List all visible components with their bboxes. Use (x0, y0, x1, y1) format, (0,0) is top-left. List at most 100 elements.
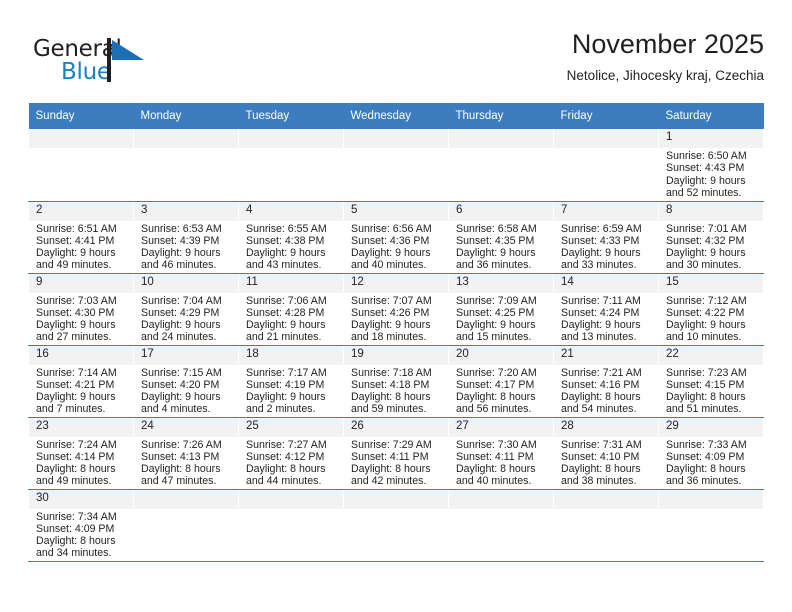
general-blue-logo[interactable]: General Blue (33, 36, 183, 92)
calendar-day-cell[interactable]: 10 Sunrise: 7:04 AM Sunset: 4:29 PM Dayligh… (133, 273, 239, 346)
calendar-day-cell[interactable]: 13 Sunrise: 7:09 AM Sunset: 4:25 PM Dayligh… (448, 273, 554, 346)
daylight-text-line1: Daylight: 9 hours (351, 247, 431, 260)
calendar-day-cell[interactable]: 5 Sunrise: 6:56 AM Sunset: 4:36 PM Daylight… (343, 201, 449, 274)
calendar-day-cell[interactable]: 6 Sunrise: 6:58 AM Sunset: 4:35 PM Daylight… (448, 201, 554, 274)
day-number (554, 489, 658, 509)
calendar-day-cell[interactable]: 29 Sunrise: 7:33 AM Sunset: 4:09 PM Dayligh… (658, 417, 764, 490)
sunset-text: Sunset: 4:09 PM (666, 450, 745, 463)
calendar-day-cell[interactable]: 1 Sunrise: 6:50 AM Sunset: 4:43 PM Daylight… (658, 129, 764, 202)
sunrise-text: Sunrise: 6:56 AM (351, 222, 432, 235)
daylight-text-line2: and 33 minutes. (561, 259, 637, 272)
calendar-day-cell[interactable]: 28 Sunrise: 7:31 AM Sunset: 4:10 PM Dayligh… (553, 417, 659, 490)
daylight-text-line2: and 24 minutes. (141, 331, 217, 344)
calendar-day-cell[interactable]: 16 Sunrise: 7:14 AM Sunset: 4:21 PM Dayligh… (28, 345, 134, 418)
day-details: Sunrise: 6:50 AM Sunset: 4:43 PM Daylight:… (659, 148, 763, 199)
sunrise-text: Sunrise: 7:21 AM (561, 366, 642, 379)
logo-text-blue: Blue (61, 59, 111, 85)
calendar-day-cell-empty (343, 489, 449, 562)
day-number (239, 489, 343, 509)
calendar-day-cell[interactable]: 25 Sunrise: 7:27 AM Sunset: 4:12 PM Dayligh… (238, 417, 344, 490)
day-details: Sunrise: 7:01 AM Sunset: 4:32 PM Daylight:… (659, 221, 763, 272)
sunrise-text: Sunrise: 7:01 AM (666, 222, 747, 235)
day-number: 23 (29, 417, 133, 437)
sunset-text: Sunset: 4:41 PM (36, 234, 115, 247)
calendar-day-cell-empty (238, 129, 344, 202)
day-number (134, 489, 238, 509)
calendar-day-cell[interactable]: 15 Sunrise: 7:12 AM Sunset: 4:22 PM Dayligh… (658, 273, 764, 346)
calendar-day-cell[interactable]: 22 Sunrise: 7:23 AM Sunset: 4:15 PM Dayligh… (658, 345, 764, 418)
calendar-day-cell[interactable]: 26 Sunrise: 7:29 AM Sunset: 4:11 PM Dayligh… (343, 417, 449, 490)
calendar-day-cell[interactable]: 4 Sunrise: 6:55 AM Sunset: 4:38 PM Daylight… (238, 201, 344, 274)
day-number: 22 (659, 345, 763, 365)
sunrise-text: Sunrise: 7:04 AM (141, 294, 222, 307)
daylight-text-line1: Daylight: 9 hours (666, 319, 746, 332)
calendar-day-cell[interactable]: 8 Sunrise: 7:01 AM Sunset: 4:32 PM Daylight… (658, 201, 764, 274)
calendar-day-cell[interactable]: 17 Sunrise: 7:15 AM Sunset: 4:20 PM Dayligh… (133, 345, 239, 418)
page-header: General Blue November 2025 Netolice, Jih… (28, 28, 764, 100)
daylight-text-line1: Daylight: 8 hours (141, 463, 221, 476)
day-number (659, 489, 763, 509)
calendar-day-cell[interactable]: 14 Sunrise: 7:11 AM Sunset: 4:24 PM Dayligh… (553, 273, 659, 346)
calendar-week-row: 2 Sunrise: 6:51 AM Sunset: 4:41 PM Daylight… (28, 201, 764, 274)
calendar-day-cell[interactable]: 9 Sunrise: 7:03 AM Sunset: 4:30 PM Daylight… (28, 273, 134, 346)
sunset-text: Sunset: 4:28 PM (246, 306, 325, 319)
sunset-text: Sunset: 4:25 PM (456, 306, 535, 319)
sunrise-text: Sunrise: 6:58 AM (456, 222, 537, 235)
day-number: 19 (344, 345, 448, 365)
sunset-text: Sunset: 4:39 PM (141, 234, 220, 247)
daylight-text-line2: and 46 minutes. (141, 259, 217, 272)
daylight-text-line1: Daylight: 9 hours (561, 247, 641, 260)
sunrise-text: Sunrise: 7:27 AM (246, 438, 327, 451)
calendar-day-cell-empty (343, 129, 449, 202)
calendar-day-cell[interactable]: 19 Sunrise: 7:18 AM Sunset: 4:18 PM Dayligh… (343, 345, 449, 418)
page-subtitle: Netolice, Jihocesky kraj, Czechia (566, 68, 764, 83)
calendar-day-cell[interactable]: 24 Sunrise: 7:26 AM Sunset: 4:13 PM Dayligh… (133, 417, 239, 490)
calendar-day-cell[interactable]: 18 Sunrise: 7:17 AM Sunset: 4:19 PM Dayligh… (238, 345, 344, 418)
calendar-day-cell[interactable]: 11 Sunrise: 7:06 AM Sunset: 4:28 PM Dayligh… (238, 273, 344, 346)
day-number: 27 (449, 417, 553, 437)
day-details: Sunrise: 7:06 AM Sunset: 4:28 PM Daylight:… (239, 293, 343, 344)
sunset-text: Sunset: 4:26 PM (351, 306, 430, 319)
sunset-text: Sunset: 4:11 PM (456, 450, 534, 463)
daylight-text-line2: and 36 minutes. (456, 259, 532, 272)
weekday-header-friday: Friday (553, 103, 659, 129)
daylight-text-line1: Daylight: 8 hours (561, 391, 641, 404)
daylight-text-line1: Daylight: 9 hours (246, 391, 326, 404)
calendar-day-cell[interactable]: 3 Sunrise: 6:53 AM Sunset: 4:39 PM Daylight… (133, 201, 239, 274)
day-number (344, 489, 448, 509)
sunset-text: Sunset: 4:33 PM (561, 234, 640, 247)
sunrise-text: Sunrise: 7:33 AM (666, 438, 747, 451)
calendar-day-cell[interactable]: 20 Sunrise: 7:20 AM Sunset: 4:17 PM Dayligh… (448, 345, 554, 418)
day-details: Sunrise: 7:18 AM Sunset: 4:18 PM Daylight:… (344, 365, 448, 416)
day-details: Sunrise: 7:20 AM Sunset: 4:17 PM Daylight:… (449, 365, 553, 416)
calendar-day-cell[interactable]: 12 Sunrise: 7:07 AM Sunset: 4:26 PM Dayligh… (343, 273, 449, 346)
daylight-text-line2: and 10 minutes. (666, 331, 742, 344)
calendar-day-cell-empty (238, 489, 344, 562)
day-number: 28 (554, 417, 658, 437)
sunset-text: Sunset: 4:10 PM (561, 450, 640, 463)
day-details: Sunrise: 7:26 AM Sunset: 4:13 PM Daylight:… (134, 437, 238, 488)
calendar-day-cell[interactable]: 21 Sunrise: 7:21 AM Sunset: 4:16 PM Dayligh… (553, 345, 659, 418)
sunrise-text: Sunrise: 7:03 AM (36, 294, 117, 307)
daylight-text-line2: and 13 minutes. (561, 331, 637, 344)
daylight-text-line1: Daylight: 8 hours (666, 463, 746, 476)
day-number: 14 (554, 273, 658, 293)
calendar-day-cell[interactable]: 2 Sunrise: 6:51 AM Sunset: 4:41 PM Daylight… (28, 201, 134, 274)
calendar-day-cell[interactable]: 30 Sunrise: 7:34 AM Sunset: 4:09 PM Dayligh… (28, 489, 134, 562)
calendar-day-cell[interactable]: 23 Sunrise: 7:24 AM Sunset: 4:14 PM Dayligh… (28, 417, 134, 490)
sunset-text: Sunset: 4:32 PM (666, 234, 745, 247)
day-number: 25 (239, 417, 343, 437)
daylight-text-line2: and 40 minutes. (351, 259, 427, 272)
sunrise-text: Sunrise: 7:07 AM (351, 294, 432, 307)
daylight-text-line1: Daylight: 9 hours (246, 319, 326, 332)
day-details: Sunrise: 7:11 AM Sunset: 4:24 PM Daylight:… (554, 293, 658, 344)
calendar-day-cell[interactable]: 27 Sunrise: 7:30 AM Sunset: 4:11 PM Dayligh… (448, 417, 554, 490)
page-title: November 2025 (571, 29, 764, 59)
day-details: Sunrise: 6:56 AM Sunset: 4:36 PM Daylight:… (344, 221, 448, 272)
daylight-text-line1: Daylight: 8 hours (36, 463, 116, 476)
calendar-day-cell-empty (553, 129, 659, 202)
sunrise-text: Sunrise: 7:29 AM (351, 438, 432, 451)
sunset-text: Sunset: 4:43 PM (666, 162, 745, 175)
calendar-day-cell[interactable]: 7 Sunrise: 6:59 AM Sunset: 4:33 PM Daylight… (553, 201, 659, 274)
sunrise-text: Sunrise: 7:14 AM (36, 366, 117, 379)
